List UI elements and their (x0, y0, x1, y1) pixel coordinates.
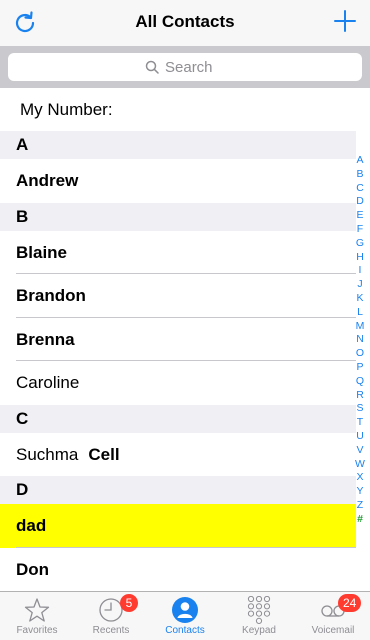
contact-row[interactable]: Suchma Cell (0, 432, 356, 476)
star-icon (23, 596, 51, 624)
contact-name: Don (16, 559, 50, 579)
index-letter[interactable]: I (359, 264, 362, 278)
contact-row[interactable]: Andrew (0, 159, 356, 203)
keypad-icon (245, 595, 273, 624)
contact-phone-label: Cell (88, 444, 120, 464)
index-letter[interactable]: C (356, 182, 364, 196)
index-letter[interactable]: Y (356, 485, 363, 499)
index-letter[interactable]: L (357, 306, 363, 320)
navigation-bar: All Contacts (0, 0, 370, 46)
contact-name: dad (16, 516, 47, 535)
tab-label: Keypad (242, 625, 276, 636)
index-letter[interactable]: O (356, 347, 364, 361)
my-number-label: My Number: (20, 100, 113, 119)
index-letter[interactable]: E (356, 209, 363, 223)
section-header-d: D (0, 476, 356, 504)
contact-row[interactable]: dad (0, 504, 356, 548)
index-letter[interactable]: Z (357, 499, 363, 513)
contact-name: Blaine (16, 242, 68, 262)
contact-name: Andrew (16, 171, 79, 190)
index-letter[interactable]: # (357, 513, 363, 527)
tab-label: Favorites (16, 625, 58, 636)
contact-row[interactable]: Caroline (0, 361, 356, 405)
contact-row[interactable]: Blaine (0, 230, 356, 274)
contact-name: Brenna (16, 329, 75, 349)
index-letter[interactable]: Q (356, 375, 364, 389)
index-letter[interactable]: U (356, 430, 364, 444)
contact-row[interactable]: Don (0, 547, 356, 591)
index-letter[interactable]: P (356, 361, 363, 375)
index-letter[interactable]: X (356, 471, 363, 485)
my-number-row: My Number: (0, 88, 370, 131)
section-index-bar[interactable]: A B C D E F G H I J K L M N O P Q R S T U V W X Y Z # (353, 154, 367, 527)
tab-bar: Favorites Recents 5 Contacts Keypad Voicemail… (0, 591, 370, 640)
index-letter[interactable]: M (356, 320, 365, 334)
search-input[interactable] (165, 58, 225, 76)
search-field[interactable] (8, 53, 362, 81)
index-letter[interactable]: V (356, 444, 363, 458)
index-letter[interactable]: R (356, 389, 364, 403)
contact-row[interactable]: Brenna (0, 317, 356, 361)
tab-keypad[interactable]: Keypad (222, 592, 296, 640)
tab-label: Recents (92, 625, 130, 636)
index-letter[interactable]: G (356, 237, 364, 251)
tab-contacts[interactable]: Contacts (148, 592, 222, 640)
contact-name: Suchma (16, 444, 79, 464)
tab-favorites[interactable]: Favorites (0, 592, 74, 640)
tab-label: Voicemail (311, 625, 355, 636)
contact-row[interactable]: Brandon (0, 274, 356, 318)
tab-recents[interactable]: Recents 5 (74, 592, 148, 640)
search-bar (0, 46, 370, 88)
contact-list: A Andrew B Blaine Brandon Brenna Caroline C Such… (0, 131, 356, 591)
contact-name: Caroline (16, 373, 80, 392)
person-circle-icon (171, 596, 199, 624)
search-icon (145, 60, 159, 74)
index-letter[interactable]: W (355, 458, 365, 472)
index-letter[interactable]: D (356, 195, 364, 209)
index-letter[interactable]: N (356, 333, 364, 347)
contact-name: Brandon (16, 286, 86, 305)
tab-label: Contacts (165, 625, 205, 636)
tab-voicemail[interactable]: Voicemail 24 (296, 592, 370, 640)
section-header-b: B (0, 202, 356, 231)
index-letter[interactable]: B (356, 168, 363, 182)
section-header-c: C (0, 404, 356, 433)
index-letter[interactable]: A (356, 154, 363, 168)
index-letter[interactable]: K (356, 292, 363, 306)
page-title: All Contacts (135, 12, 235, 31)
index-letter[interactable]: J (357, 278, 362, 292)
index-letter[interactable]: H (356, 251, 364, 265)
section-header-a: A (0, 131, 356, 159)
index-letter[interactable]: T (357, 416, 363, 430)
notification-badge: 5 (120, 594, 138, 612)
index-letter[interactable]: S (356, 402, 363, 416)
notification-badge: 24 (338, 594, 362, 612)
plus-icon[interactable] (334, 10, 356, 32)
index-letter[interactable]: F (357, 223, 363, 237)
